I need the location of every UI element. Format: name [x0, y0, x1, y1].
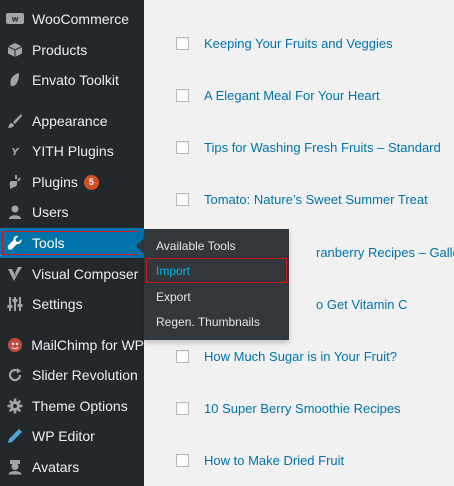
sidebar-item-label: Theme Options [32, 398, 128, 414]
post-title-link[interactable]: 10 Super Berry Smoothie Recipes [204, 401, 401, 416]
post-title-link[interactable]: Tomato: Nature’s Sweet Summer Treat [204, 192, 428, 207]
sidebar-item-label: Slider Revolution [32, 367, 138, 383]
post-title-link[interactable]: A Elegant Meal For Your Heart [204, 88, 380, 103]
row-checkbox[interactable] [176, 88, 189, 102]
sidebar-item-label: Products [32, 42, 88, 58]
sidebar-item-label: Settings [32, 296, 83, 312]
post-title-link[interactable]: ranberry Recipes – Gallery [316, 245, 454, 260]
svg-text:Y: Y [11, 147, 20, 158]
wrench-icon [6, 234, 24, 252]
post-title-link[interactable]: Keeping Your Fruits and Veggies [204, 36, 393, 51]
paintbrush-icon [6, 112, 24, 130]
table-row: 10 Super Berry Smoothie Recipes [144, 393, 454, 423]
post-title-link[interactable]: How Much Sugar is in Your Fruit? [204, 349, 397, 364]
sidebar-item-settings[interactable]: Settings [0, 289, 144, 319]
row-checkbox[interactable] [176, 192, 189, 206]
sidebar-item-theme-options[interactable]: Theme Options [0, 391, 144, 421]
submenu-item-regen-thumbnails[interactable]: Regen. Thumbnails [156, 315, 260, 329]
sidebar-item-avatars[interactable]: Avatars [0, 452, 144, 482]
sidebar-item-mailchimp[interactable]: MailChimp for WP [0, 330, 144, 360]
table-row: How Much Sugar is in Your Fruit? [144, 341, 454, 371]
envato-leaf-icon [6, 71, 24, 89]
row-checkbox[interactable] [176, 36, 189, 50]
sidebar-item-wp-editor[interactable]: WP Editor [0, 421, 144, 451]
sidebar-item-woocommerce[interactable]: W WooCommerce [0, 4, 144, 34]
sidebar-item-label: WP Editor [32, 428, 95, 444]
sidebar-item-slider-revolution[interactable]: Slider Revolution [0, 360, 144, 390]
avatar-icon [6, 458, 24, 476]
submenu-item-export[interactable]: Export [156, 290, 191, 304]
menu-separator [0, 99, 144, 100]
mailchimp-icon [6, 336, 23, 354]
visual-composer-icon [6, 265, 24, 283]
sidebar-item-label: YITH Plugins [32, 143, 114, 159]
plugins-update-badge: 5 [83, 174, 99, 190]
row-checkbox[interactable] [176, 349, 189, 363]
sidebar-item-users[interactable]: Users [0, 197, 144, 227]
sidebar-item-label: Envato Toolkit [32, 72, 119, 88]
row-checkbox[interactable] [176, 140, 189, 154]
plugin-icon [6, 173, 24, 191]
sidebar-item-label: Tools [32, 235, 65, 251]
sidebar-item-label: Plugins [32, 174, 78, 190]
post-title-link[interactable]: Tips for Washing Fresh Fruits – Standard [204, 140, 441, 155]
sidebar-item-appearance[interactable]: Appearance [0, 106, 144, 136]
sidebar-item-label: Users [32, 204, 69, 220]
table-row: How to Make Dried Fruit [144, 445, 454, 475]
sidebar-item-yith-plugins[interactable]: Y YITH Plugins [0, 136, 144, 166]
menu-separator [0, 323, 144, 324]
submenu-arrow [136, 238, 144, 254]
sidebar-item-label: WooCommerce [32, 11, 129, 27]
row-checkbox[interactable] [176, 453, 189, 467]
sidebar-item-products[interactable]: Products [0, 35, 144, 65]
products-icon [6, 41, 24, 59]
sidebar-item-envato-toolkit[interactable]: Envato Toolkit [0, 65, 144, 95]
sidebar-item-plugins[interactable]: Plugins 5 [0, 167, 144, 197]
table-row: Keeping Your Fruits and Veggies [144, 28, 454, 58]
admin-sidebar: W WooCommerce Products Envato Toolkit Ap… [0, 0, 144, 486]
submenu-item-available-tools[interactable]: Available Tools [156, 239, 236, 253]
settings-icon [6, 295, 24, 313]
table-row: A Elegant Meal For Your Heart [144, 80, 454, 110]
users-icon [6, 203, 24, 221]
yith-icon: Y [6, 142, 24, 160]
sidebar-item-tools[interactable]: Tools [0, 228, 144, 258]
post-title-link[interactable]: How to Make Dried Fruit [204, 453, 344, 468]
svg-text:W: W [12, 17, 19, 24]
tools-submenu: Available Tools Import Export Regen. Thu… [136, 229, 289, 340]
table-row: Tomato: Nature’s Sweet Summer Treat [144, 184, 454, 214]
sidebar-item-label: Appearance [32, 113, 108, 129]
post-title-link[interactable]: o Get Vitamin C [316, 297, 408, 312]
sidebar-item-label: MailChimp for WP [31, 337, 144, 353]
table-row: Tips for Washing Fresh Fruits – Standard [144, 132, 454, 162]
refresh-icon [6, 366, 24, 384]
pencil-icon [6, 427, 24, 445]
submenu-item-import[interactable]: Import [156, 264, 190, 278]
sidebar-item-label: Visual Composer [32, 266, 139, 282]
sidebar-item-visual-composer[interactable]: Visual Composer [0, 259, 144, 289]
sidebar-item-label: Avatars [32, 459, 80, 475]
woocommerce-icon: W [6, 10, 24, 28]
gear-icon [6, 397, 24, 415]
row-checkbox[interactable] [176, 401, 189, 415]
